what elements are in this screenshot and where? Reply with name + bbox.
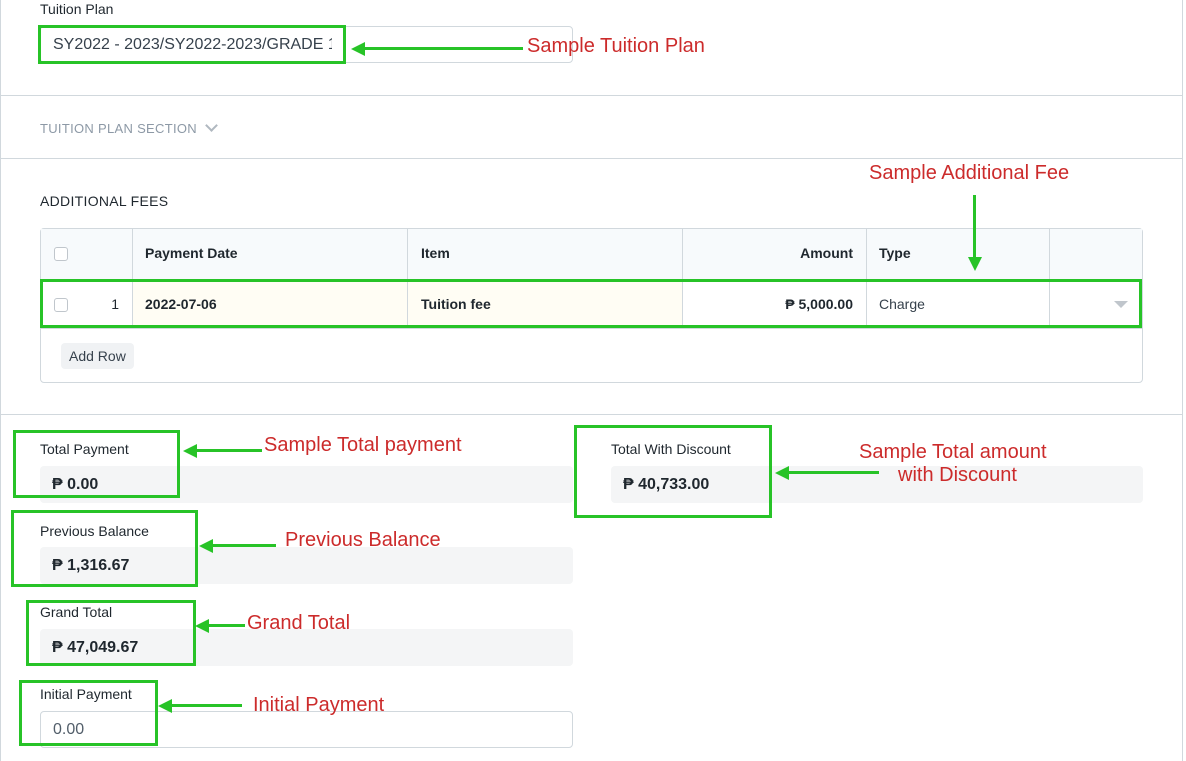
column-separator <box>132 229 133 281</box>
annotation-tuition-plan: Sample Tuition Plan <box>527 35 705 57</box>
column-separator <box>1049 229 1050 281</box>
arrow-down-icon <box>968 257 982 271</box>
column-header-item: Item <box>421 245 450 261</box>
annotation-box-grand-total <box>26 600 196 666</box>
column-header-amount: Amount <box>800 245 853 261</box>
annotation-previous-balance: Previous Balance <box>285 529 441 551</box>
annotation-arrow <box>211 544 276 547</box>
select-all-checkbox[interactable] <box>54 247 68 261</box>
column-header-type: Type <box>879 245 911 261</box>
annotation-arrow <box>207 624 245 627</box>
table-header: Payment Date Item Amount Type <box>41 229 1142 282</box>
annotation-total-payment: Sample Total payment <box>264 434 462 456</box>
column-header-payment-date: Payment Date <box>145 245 238 261</box>
annotation-box-previous-balance <box>11 510 198 587</box>
annotation-box-total-payment <box>13 430 180 498</box>
section-divider <box>0 158 1183 159</box>
annotation-box-additional-fee <box>40 279 1142 328</box>
page-left-border <box>0 0 1 761</box>
annotation-box-tuition-plan <box>38 25 346 64</box>
tuition-plan-section-toggle[interactable]: TUITION PLAN SECTION <box>40 119 218 136</box>
annotation-box-initial-payment <box>19 680 158 746</box>
chevron-down-icon <box>205 119 218 132</box>
section-divider <box>0 414 1183 415</box>
annotation-total-with-discount-line1: Sample Total amount <box>859 441 1047 463</box>
page-right-border <box>1182 0 1183 761</box>
annotation-arrow <box>363 47 523 50</box>
additional-fees-label: ADDITIONAL FEES <box>40 193 169 209</box>
annotation-additional-fee: Sample Additional Fee <box>869 162 1070 184</box>
column-separator <box>407 229 408 281</box>
tuition-plan-section-label: TUITION PLAN SECTION <box>40 121 197 136</box>
section-divider <box>0 95 1183 96</box>
annotation-initial-payment: Initial Payment <box>253 694 385 716</box>
annotation-box-total-with-discount <box>574 425 772 518</box>
annotation-grand-total: Grand Total <box>247 612 351 634</box>
annotation-arrow <box>787 471 879 474</box>
add-row-button[interactable]: Add Row <box>61 343 134 369</box>
annotation-total-with-discount-line2: with Discount <box>898 464 1017 486</box>
annotation-arrow <box>195 449 262 452</box>
annotation-arrow <box>973 195 976 257</box>
column-separator <box>866 229 867 281</box>
tuition-plan-label: Tuition Plan <box>40 1 114 17</box>
annotation-arrow <box>170 704 242 707</box>
